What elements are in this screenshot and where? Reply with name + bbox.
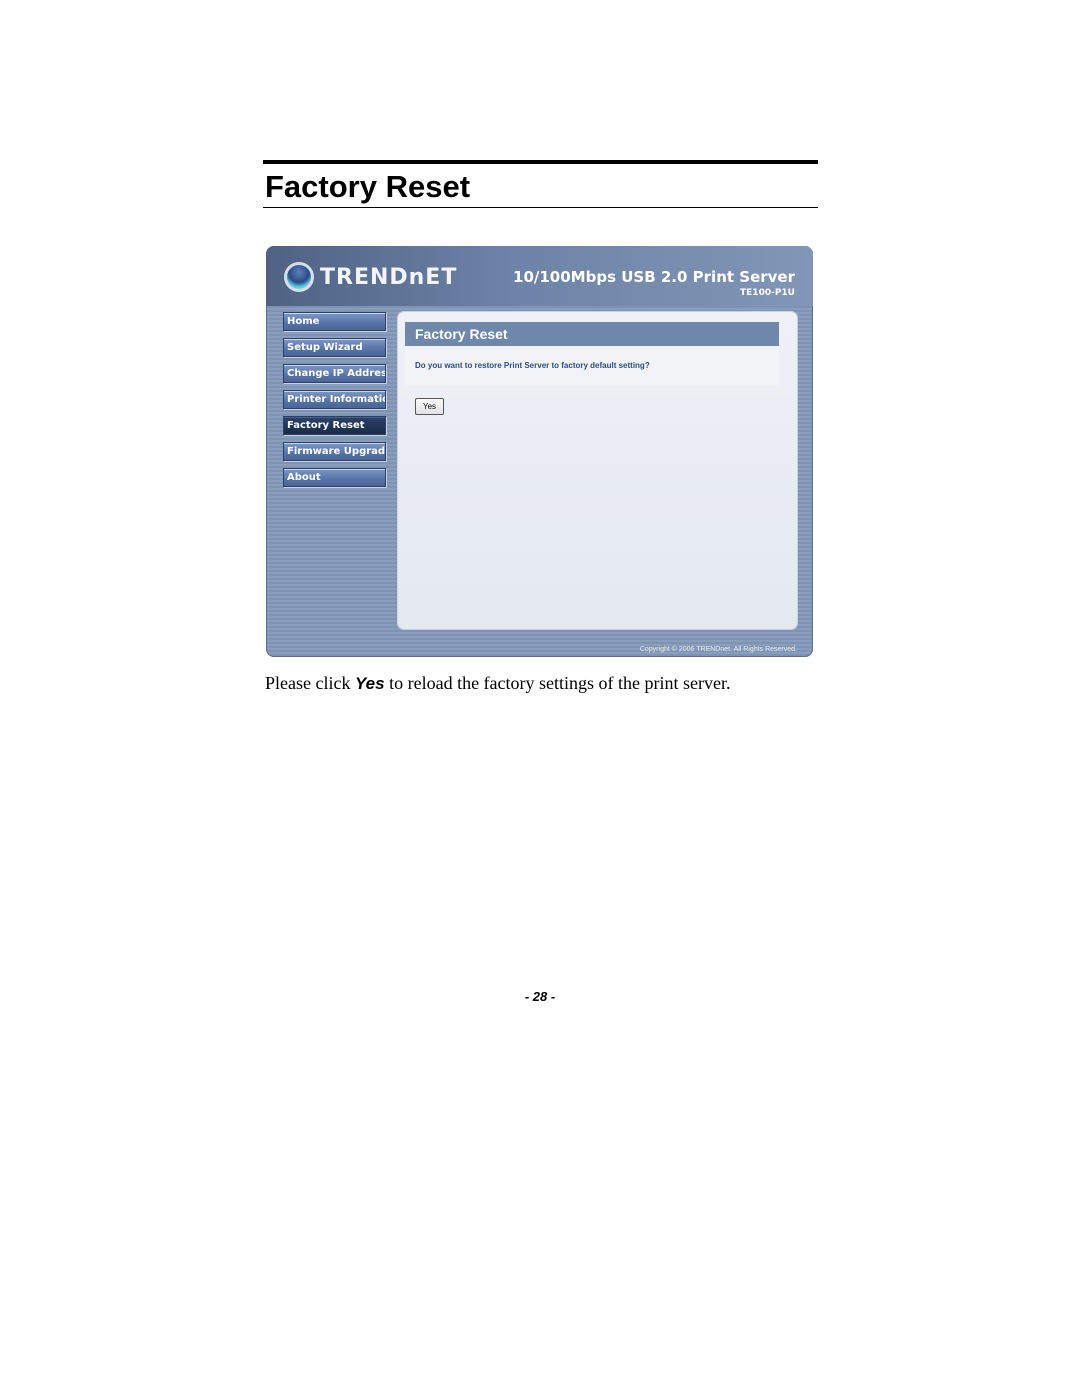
nav-printer-information[interactable]: Printer Information bbox=[283, 390, 386, 409]
page-heading: Factory Reset bbox=[265, 169, 471, 204]
caption-before: Please click bbox=[265, 673, 355, 693]
nav-change-ip-address[interactable]: Change IP Address bbox=[283, 364, 386, 383]
copyright: Copyright © 2006 TRENDnet. All Rights Re… bbox=[639, 646, 797, 653]
heading-bottom-rule bbox=[263, 207, 818, 208]
globe-icon bbox=[284, 262, 314, 292]
nav-about[interactable]: About bbox=[283, 468, 386, 487]
trendnet-logo: TRENDnET bbox=[284, 262, 457, 292]
panel-title: Factory Reset bbox=[415, 326, 508, 342]
nav-home[interactable]: Home bbox=[283, 312, 386, 331]
content-panel: Factory Reset Do you want to restore Pri… bbox=[398, 312, 797, 629]
logo-text: TRENDnET bbox=[320, 264, 458, 290]
panel-title-bar: Factory Reset bbox=[405, 322, 779, 346]
nav-setup-wizard[interactable]: Setup Wizard bbox=[283, 338, 386, 357]
sidebar-nav: Home Setup Wizard Change IP Address Prin… bbox=[283, 312, 386, 494]
caption: Please click Yes to reload the factory s… bbox=[265, 673, 731, 694]
caption-after: to reload the factory settings of the pr… bbox=[384, 673, 731, 693]
panel-body: Do you want to restore Print Server to f… bbox=[405, 346, 779, 386]
heading-top-rule bbox=[263, 160, 818, 164]
yes-button[interactable]: Yes bbox=[415, 398, 444, 415]
caption-emphasis: Yes bbox=[354, 674, 385, 693]
reset-question: Do you want to restore Print Server to f… bbox=[415, 361, 650, 370]
web-ui-screenshot: TRENDnET 10/100Mbps USB 2.0 Print Server… bbox=[266, 246, 813, 657]
page-number: - 28 - bbox=[524, 989, 556, 1004]
web-ui-header: TRENDnET 10/100Mbps USB 2.0 Print Server… bbox=[266, 246, 813, 306]
product-model: TE100-P1U bbox=[740, 288, 795, 298]
nav-factory-reset[interactable]: Factory Reset bbox=[283, 416, 386, 435]
nav-firmware-upgrade[interactable]: Firmware Upgrade bbox=[283, 442, 386, 461]
product-title: 10/100Mbps USB 2.0 Print Server bbox=[513, 268, 795, 286]
